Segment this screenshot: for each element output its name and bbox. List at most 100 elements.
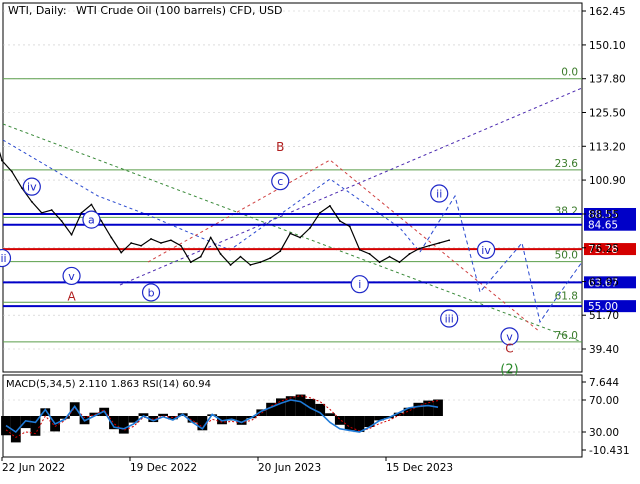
- trend-line-purple: [119, 87, 583, 286]
- wave-label: C: [505, 342, 513, 356]
- fib-level-label: 61.8: [555, 290, 578, 302]
- price-point: [80, 211, 83, 214]
- fib-level-label: 50.0: [555, 250, 578, 262]
- price-point: [299, 236, 302, 239]
- price-point: [40, 211, 43, 214]
- price-point: [179, 244, 182, 247]
- price-point: [289, 232, 292, 235]
- price-point: [11, 170, 13, 173]
- ind-tick-label: 30.00: [589, 427, 619, 439]
- fib-level-label: 0.0: [561, 67, 578, 79]
- wave-label: B: [276, 140, 284, 154]
- price-point: [20, 187, 23, 189]
- price-point: [70, 233, 73, 236]
- ind-tick-label: 70.00: [589, 395, 619, 407]
- macd-bar: [295, 394, 306, 416]
- y-tick-label: 113.20: [589, 141, 626, 153]
- price-point: [189, 261, 192, 264]
- y-tick-label: 63.95: [589, 277, 619, 289]
- trading-chart[interactable]: 0.023.638.250.061.876.0 88.5584.6575.786…: [0, 0, 640, 480]
- price-point: [239, 255, 242, 258]
- wave-label: (2): [500, 362, 518, 377]
- macd-bar: [344, 416, 355, 431]
- x-tick-label: 19 Dec 2022: [130, 462, 197, 474]
- ind-tick-label: 7.644: [589, 377, 619, 389]
- price-level-label: 84.65: [588, 220, 618, 232]
- price-point: [378, 261, 381, 264]
- y-tick-label: 88.55: [589, 209, 619, 221]
- price-point: [309, 226, 311, 229]
- price-point: [100, 220, 103, 222]
- price-point: [30, 200, 33, 203]
- wave-label: iii: [445, 313, 454, 326]
- price-point: [229, 264, 232, 266]
- wave-label: iii: [0, 252, 7, 265]
- macd-bar: [423, 400, 434, 416]
- wave-label: v: [68, 270, 75, 283]
- price-point: [319, 211, 321, 214]
- macd-bar: [433, 399, 443, 416]
- y-tick-label: 51.70: [589, 310, 619, 322]
- wave-label: ii: [436, 188, 442, 201]
- wave-path-blue: [2, 139, 421, 253]
- price-point: [1, 159, 3, 162]
- macd-bar: [118, 416, 129, 434]
- price-point: [110, 236, 113, 239]
- price-point: [338, 220, 341, 222]
- wave-label: c: [277, 175, 283, 188]
- price-series-line: [0, 151, 450, 266]
- price-point: [150, 237, 152, 240]
- y-tick-label: 137.80: [589, 74, 626, 86]
- fib-level-label: 23.6: [555, 158, 579, 170]
- indicator-title: MACD(5,34,5) 2.110 1.863 RSI(14) 60.94: [6, 379, 211, 390]
- ind-tick-label: -10.431: [589, 445, 630, 457]
- x-tick-label: 20 Jun 2023: [258, 462, 321, 474]
- wave-label: A: [67, 290, 76, 304]
- wave-label: i: [358, 278, 361, 291]
- chart-description: WTI Crude Oil (100 barrels) CFD, USD: [76, 4, 282, 17]
- macd-bar: [334, 416, 345, 425]
- price-point: [388, 255, 391, 258]
- macd-bar: [276, 398, 286, 416]
- price-point: [438, 242, 441, 244]
- chart-canvas[interactable]: 0.023.638.250.061.876.0 88.5584.6575.786…: [0, 0, 640, 480]
- price-point: [140, 244, 143, 247]
- wave-label: iv: [481, 244, 491, 257]
- price-point: [358, 248, 361, 251]
- chart-symbol: WTI, Daily:: [8, 4, 67, 17]
- wave-label: a: [88, 214, 95, 227]
- y-tick-label: 150.10: [589, 40, 626, 52]
- price-point: [120, 251, 123, 254]
- y-tick-label: 100.90: [589, 175, 626, 187]
- y-tick-label: 39.40: [589, 344, 619, 356]
- price-panel-frame: [2, 2, 583, 373]
- price-point: [90, 203, 93, 206]
- price-point: [418, 247, 421, 250]
- price-point: [130, 242, 133, 244]
- wave-label: iv: [27, 181, 37, 194]
- price-point: [428, 244, 431, 247]
- price-point: [348, 225, 351, 228]
- macd-bar: [69, 402, 80, 416]
- x-tick-label: 15 Dec 2023: [386, 462, 453, 474]
- price-point: [209, 236, 212, 239]
- price-point: [160, 242, 162, 244]
- y-tick-label: 76.25: [589, 243, 619, 255]
- trend-line-green: [2, 123, 583, 343]
- price-point: [60, 220, 63, 222]
- price-point: [329, 204, 331, 207]
- y-tick-label: 162.45: [589, 6, 626, 18]
- price-point: [448, 239, 451, 242]
- fib-level-label: 38.2: [555, 205, 578, 217]
- x-tick-label: 22 Jun 2022: [2, 462, 65, 474]
- price-point: [398, 261, 401, 264]
- price-point: [368, 253, 371, 255]
- macd-bar: [158, 413, 168, 416]
- price-point: [219, 253, 222, 255]
- price-point: [249, 264, 252, 266]
- macd-bar: [325, 413, 335, 416]
- price-point: [279, 250, 282, 253]
- price-point: [170, 239, 172, 242]
- price-point: [50, 209, 53, 211]
- wave-label: b: [148, 286, 155, 299]
